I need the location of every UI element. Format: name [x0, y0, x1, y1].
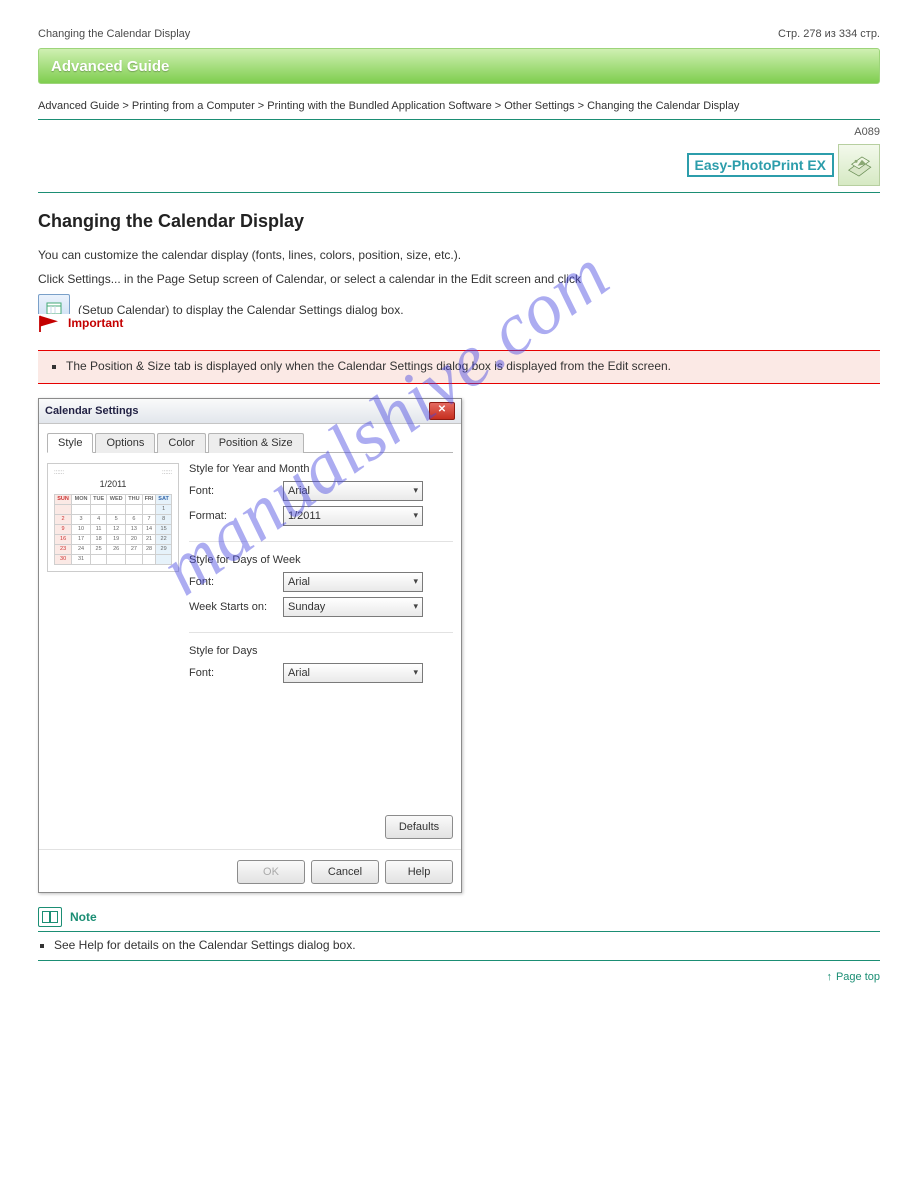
- book-icon: [38, 907, 62, 927]
- flag-icon: [38, 314, 60, 332]
- defaults-button[interactable]: Defaults: [385, 815, 453, 839]
- header-right: Стр. 278 из 334 стр.: [778, 28, 880, 40]
- doc-code: A089: [38, 126, 880, 138]
- header-left: Changing the Calendar Display: [38, 28, 190, 40]
- cancel-button[interactable]: Cancel: [311, 860, 379, 884]
- calendar-settings-dialog: Calendar Settings ✕ Style Options Color …: [38, 398, 462, 893]
- section-year-month: Style for Year and Month: [189, 463, 453, 475]
- intro-text: You can customize the calendar display (…: [38, 246, 880, 264]
- important-heading: Important: [38, 314, 127, 332]
- note-heading: Note: [38, 907, 880, 927]
- important-callout: The Position & Size tab is displayed onl…: [38, 350, 880, 384]
- breadcrumb: Advanced Guide > Printing from a Compute…: [38, 98, 880, 120]
- font-week-select[interactable]: Arial: [283, 572, 423, 592]
- tab-color[interactable]: Color: [157, 433, 205, 453]
- dialog-title: Calendar Settings: [45, 405, 139, 417]
- section-days: Style for Days: [189, 645, 453, 657]
- font-year-month-select[interactable]: Arial: [283, 481, 423, 501]
- page-header: Changing the Calendar Display Стр. 278 и…: [38, 28, 880, 40]
- section-days-of-week: Style for Days of Week: [189, 554, 453, 566]
- brand-badge: Easy-PhotoPrint EX: [687, 153, 834, 177]
- banner: Advanced Guide: [38, 48, 880, 84]
- page-title: Changing the Calendar Display: [38, 211, 880, 232]
- help-button[interactable]: Help: [385, 860, 453, 884]
- note-block: See Help for details on the Calendar Set…: [38, 931, 880, 961]
- close-icon[interactable]: ✕: [429, 402, 455, 420]
- brand-icon: [838, 144, 880, 186]
- arrow-up-icon: ↑: [826, 971, 832, 983]
- font-days-select[interactable]: Arial: [283, 663, 423, 683]
- ok-button[interactable]: OK: [237, 860, 305, 884]
- week-starts-select[interactable]: Sunday: [283, 597, 423, 617]
- tab-position-size[interactable]: Position & Size: [208, 433, 304, 453]
- tab-options[interactable]: Options: [95, 433, 155, 453]
- calendar-preview: :::::::::::: 1/2011 SUN MON TUE WED THU: [47, 463, 177, 841]
- tab-style[interactable]: Style: [47, 433, 93, 453]
- page-top-link[interactable]: ↑ Page top: [38, 971, 880, 983]
- format-year-month-select[interactable]: 1/2011: [283, 506, 423, 526]
- instruction-text-1: Click Settings... in the Page Setup scre…: [38, 270, 880, 288]
